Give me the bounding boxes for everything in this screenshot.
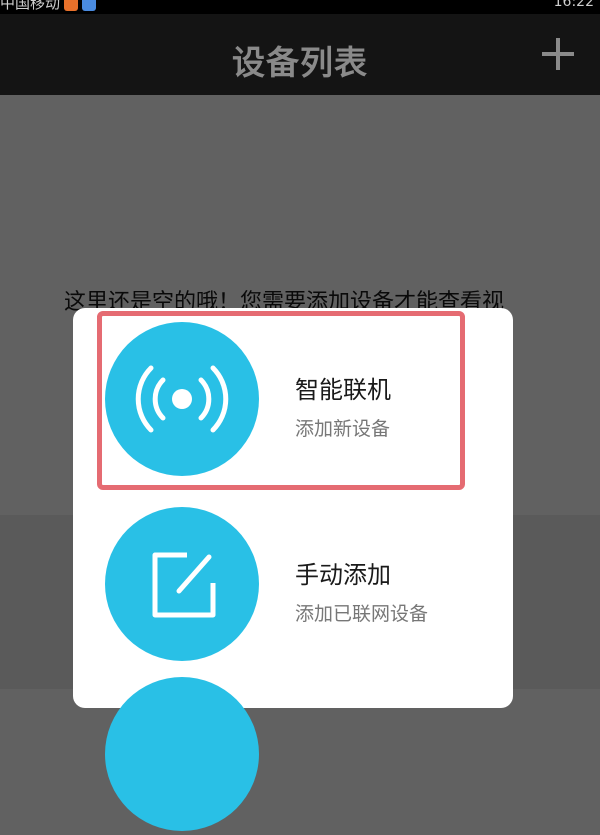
circle-icon <box>105 677 259 831</box>
status-time: 16:22 <box>553 0 594 10</box>
option-subtitle: 添加已联网设备 <box>295 603 429 625</box>
option-manual-add[interactable]: 手动添加 添加已联网设备 <box>73 493 513 665</box>
status-carrier: 中国移动 <box>0 0 97 12</box>
option-title: 手动添加 <box>295 561 391 589</box>
notification-icon <box>64 0 79 11</box>
app-icon <box>82 0 97 11</box>
page-title: 设备列表 <box>232 43 368 82</box>
highlight-box <box>97 311 465 490</box>
add-device-button[interactable] <box>542 38 574 70</box>
status-bar: 中国移动 16:22 <box>0 0 600 14</box>
title-bar: 设备列表 <box>0 14 600 95</box>
carrier-label: 中国移动 <box>0 0 61 12</box>
edit-icon <box>105 507 259 661</box>
